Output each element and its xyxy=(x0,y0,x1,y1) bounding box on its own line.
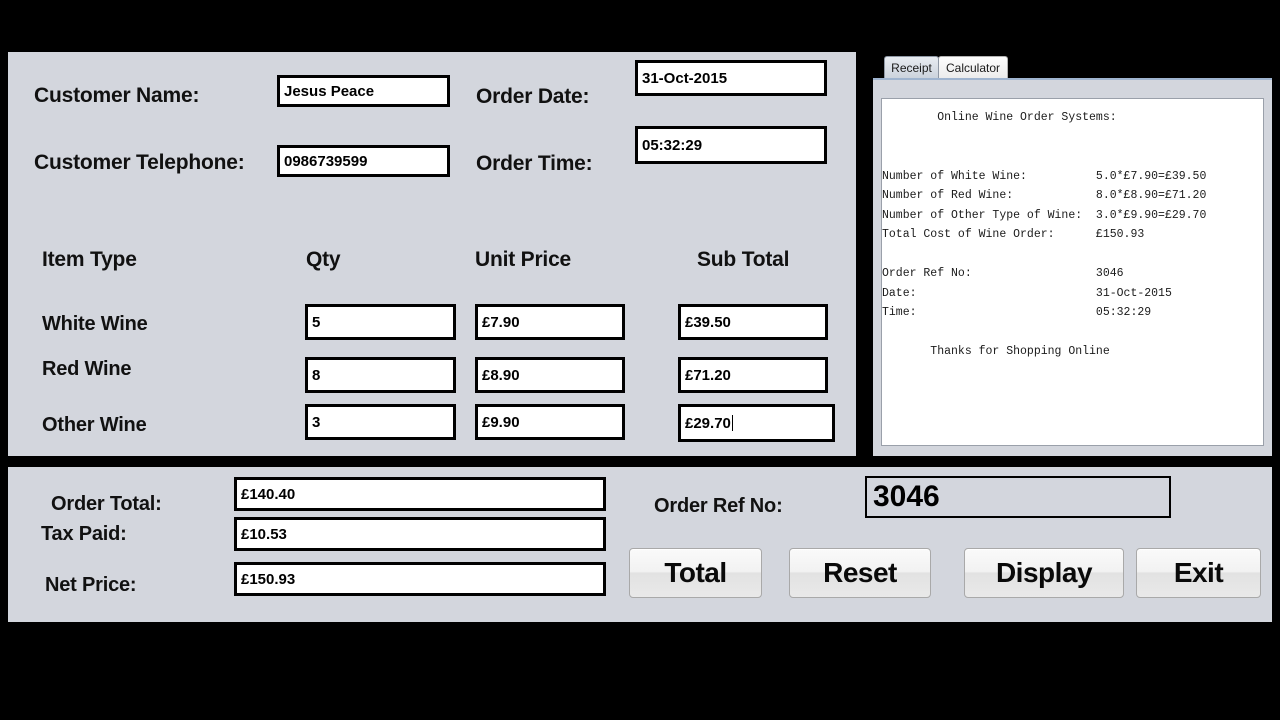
order-date-input[interactable]: 31-Oct-2015 xyxy=(635,60,827,96)
display-button[interactable]: Display xyxy=(964,548,1124,598)
reset-button[interactable]: Reset xyxy=(789,548,931,598)
tab-calculator[interactable]: Calculator xyxy=(938,56,1008,78)
customer-telephone-input[interactable]: 0986739599 xyxy=(277,145,450,177)
column-header-unit-price: Unit Price xyxy=(475,248,572,271)
sub-total-other-wine-text: £29.70 xyxy=(685,414,731,432)
row-label-red-wine: Red Wine xyxy=(42,358,132,380)
net-price-input[interactable]: £150.93 xyxy=(234,562,606,596)
order-entry-panel: Customer Name: Jesus Peace Customer Tele… xyxy=(8,52,856,456)
order-ref-no-input[interactable]: 3046 xyxy=(865,476,1171,518)
order-date-label: Order Date: xyxy=(476,85,590,108)
receipt-text: Online Wine Order Systems: Number of Whi… xyxy=(882,111,1207,358)
order-time-label: Order Time: xyxy=(476,152,593,175)
sub-total-input-other-wine[interactable]: £29.70 xyxy=(678,404,835,442)
order-total-input[interactable]: £140.40 xyxy=(234,477,606,511)
unit-price-input-red-wine[interactable]: £8.90 xyxy=(475,357,625,393)
customer-name-label: Customer Name: xyxy=(34,84,200,107)
unit-price-input-white-wine[interactable]: £7.90 xyxy=(475,304,625,340)
row-label-white-wine: White Wine xyxy=(42,313,148,335)
totals-panel: Order Total: £140.40 Tax Paid: £10.53 Ne… xyxy=(8,467,1272,622)
tab-receipt[interactable]: Receipt xyxy=(884,56,939,78)
application-window: Customer Name: Jesus Peace Customer Tele… xyxy=(0,0,1280,720)
exit-button[interactable]: Exit xyxy=(1136,548,1261,598)
customer-telephone-label: Customer Telephone: xyxy=(34,151,245,174)
order-time-input[interactable]: 05:32:29 xyxy=(635,126,827,164)
customer-name-input[interactable]: Jesus Peace xyxy=(277,75,450,107)
receipt-panel: Online Wine Order Systems: Number of Whi… xyxy=(873,78,1272,456)
text-caret xyxy=(731,415,733,431)
unit-price-input-other-wine[interactable]: £9.90 xyxy=(475,404,625,440)
column-header-sub-total: Sub Total xyxy=(697,248,790,271)
qty-input-red-wine[interactable]: 8 xyxy=(305,357,456,393)
tax-paid-label: Tax Paid: xyxy=(41,523,127,545)
receipt-tab-strip: Receipt Calculator xyxy=(873,56,1272,78)
qty-input-other-wine[interactable]: 3 xyxy=(305,404,456,440)
order-total-label: Order Total: xyxy=(51,493,162,515)
sub-total-input-red-wine[interactable]: £71.20 xyxy=(678,357,828,393)
receipt-textarea[interactable]: Online Wine Order Systems: Number of Whi… xyxy=(881,98,1264,446)
total-button[interactable]: Total xyxy=(629,548,762,598)
column-header-qty: Qty xyxy=(306,248,341,271)
qty-input-white-wine[interactable]: 5 xyxy=(305,304,456,340)
column-header-item-type: Item Type xyxy=(42,248,137,271)
tax-paid-input[interactable]: £10.53 xyxy=(234,517,606,551)
row-label-other-wine: Other Wine xyxy=(42,414,147,436)
net-price-label: Net Price: xyxy=(45,574,137,596)
sub-total-input-white-wine[interactable]: £39.50 xyxy=(678,304,828,340)
order-ref-no-label: Order Ref No: xyxy=(654,495,783,517)
